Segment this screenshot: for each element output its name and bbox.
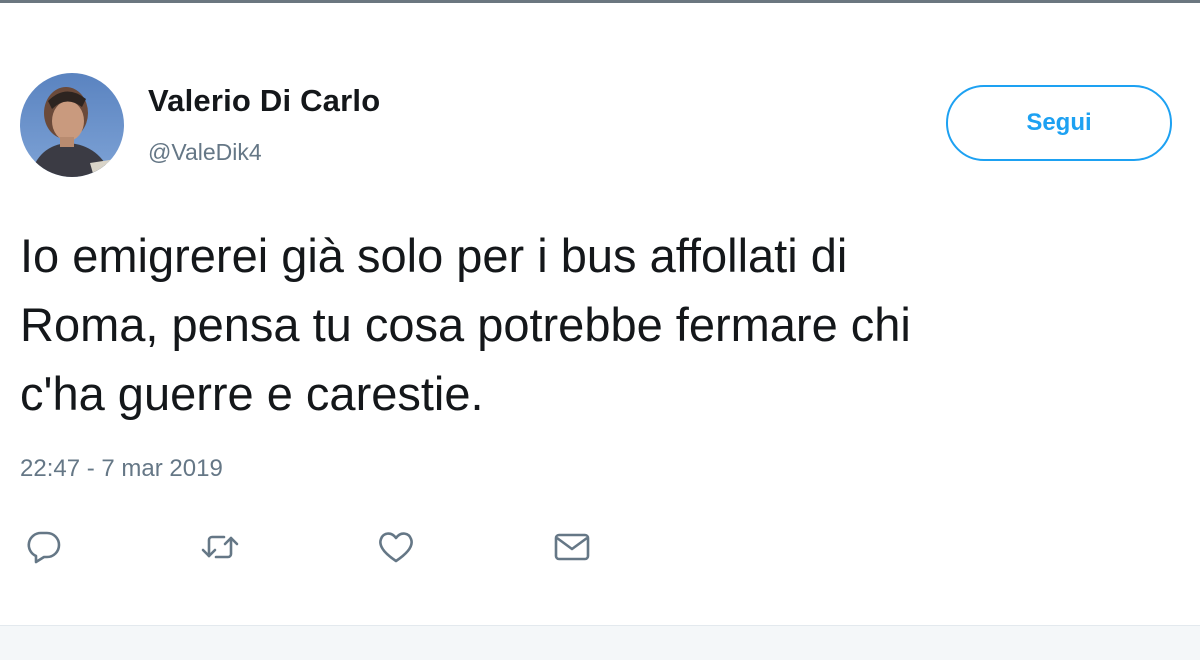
author-handle[interactable]: @ValeDik4: [148, 139, 262, 166]
author-name[interactable]: Valerio Di Carlo: [148, 83, 380, 119]
envelope-icon: [554, 533, 590, 561]
avatar[interactable]: [20, 73, 124, 177]
heart-icon: [379, 532, 413, 563]
tweet-timestamp[interactable]: 22:47 - 7 mar 2019: [20, 455, 223, 483]
retweet-icon: [201, 535, 239, 559]
reply-button[interactable]: [24, 529, 64, 565]
tweet-card: Valerio Di Carlo @ValeDik4 Segui Io emig…: [0, 3, 1200, 625]
retweet-button[interactable]: [200, 529, 240, 565]
tweet-text: Io emigrerei già solo per i bus affollat…: [20, 229, 911, 420]
like-button[interactable]: [376, 529, 416, 565]
follow-button[interactable]: Segui: [946, 85, 1172, 161]
reply-icon: [27, 531, 61, 564]
footer-strip: [0, 625, 1200, 660]
message-button[interactable]: [552, 529, 592, 565]
